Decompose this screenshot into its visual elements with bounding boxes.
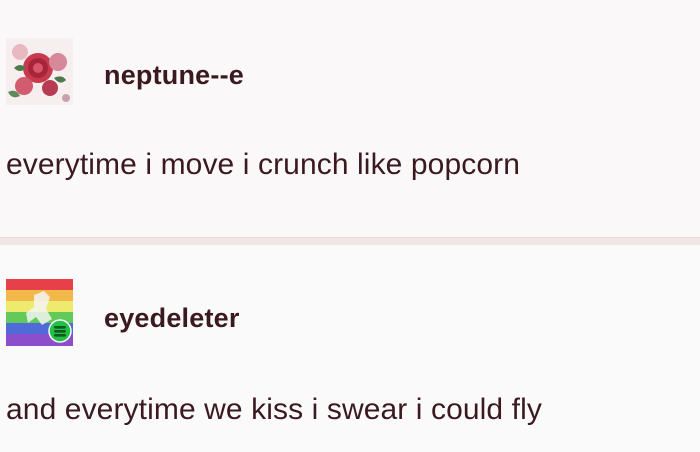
post-username[interactable]: neptune--e: [104, 60, 244, 91]
post-body-text: everytime i move i crunch like popcorn: [6, 148, 521, 181]
post-divider: [0, 237, 700, 245]
post-username[interactable]: eyedeleter: [104, 303, 240, 334]
rose-avatar-icon[interactable]: [6, 38, 73, 105]
post-card: eyedeleter and everytime we kiss i swear…: [0, 245, 700, 452]
post-body-text: and everytime we kiss i swear i could fl…: [6, 393, 542, 426]
rainbow-avatar-icon[interactable]: [6, 279, 73, 346]
post-card: neptune--e everytime i move i crunch lik…: [0, 0, 700, 237]
dashboard-feed: neptune--e everytime i move i crunch lik…: [0, 0, 700, 452]
